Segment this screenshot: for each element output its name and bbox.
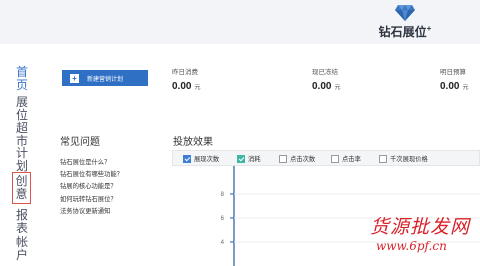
stat-label: 昨日消费: [172, 69, 198, 76]
watermark-text: 货源批发网: [370, 216, 471, 238]
stat-tomorrow-budget: 明日预算 0.00 元: [440, 66, 468, 92]
checkbox-icon[interactable]: [331, 154, 339, 163]
create-plan-button[interactable]: + 新建营销计划: [62, 70, 148, 86]
sidebar-item-report[interactable]: 报表: [15, 209, 29, 235]
faq-link[interactable]: 法务协议更新通知: [60, 206, 160, 215]
y-tick-label: 4: [221, 240, 225, 246]
watermark: 货源批发网 www.6pf.cn: [370, 212, 480, 253]
faq-title: 常见问题: [60, 137, 100, 148]
faq-link[interactable]: 钻石展位有哪些功能？: [60, 169, 160, 178]
faq-link[interactable]: 钻展的核心功能是？: [60, 181, 160, 190]
metric-label: 点击次数: [290, 156, 316, 163]
metric-cost[interactable]: 消耗: [237, 154, 261, 163]
effect-title: 投放效果: [173, 137, 213, 148]
metric-clicks[interactable]: 点击次数: [279, 154, 315, 163]
diamond-icon: [395, 5, 415, 21]
sidebar-item-creative[interactable]: 创意: [12, 172, 31, 204]
metric-label: 点击率: [342, 156, 361, 163]
brand: 钻石展位+: [360, 4, 450, 40]
stat-value: 0.00 元: [312, 81, 341, 92]
metric-impressions[interactable]: 展现次数: [183, 154, 219, 163]
metric-label: 展现次数: [194, 156, 220, 163]
stat-yesterday-spend: 昨日消费 0.00 元: [172, 66, 200, 92]
stat-value: 0.00 元: [172, 81, 201, 92]
metric-selector: 展现次数 消耗 点击次数 点击率 千次展现价格: [172, 150, 480, 166]
metric-label: 消耗: [248, 156, 261, 163]
create-plan-label: 新建营销计划: [87, 76, 124, 83]
checkbox-icon[interactable]: [237, 154, 245, 163]
sidebar: 首页 展位超市 计划 创意 报表 帐户: [0, 44, 40, 266]
sidebar-item-plan[interactable]: 计划: [15, 147, 29, 173]
checkbox-icon[interactable]: [183, 154, 191, 163]
plus-icon: +: [70, 73, 79, 83]
stat-value: 0.00 元: [440, 81, 469, 92]
stat-label: 明日预算: [440, 69, 466, 76]
sidebar-item-account[interactable]: 帐户: [15, 236, 29, 262]
faq-link[interactable]: 钻石展位是什么？: [60, 157, 160, 166]
faq-section: 常见问题 钻石展位是什么？ 钻石展位有哪些功能？ 钻展的核心功能是？ 如何玩转钻…: [60, 133, 160, 218]
faq-link[interactable]: 如何玩转钻石展位？: [60, 194, 160, 203]
metric-cpm[interactable]: 千次展现价格: [379, 154, 428, 163]
sidebar-item-market[interactable]: 展位超市: [15, 96, 29, 148]
effect-section: 投放效果: [173, 133, 480, 148]
stat-frozen: 现已冻结 0.00 元: [312, 66, 340, 92]
sidebar-item-home[interactable]: 首页: [15, 66, 29, 92]
top-header: 钻石展位+: [0, 0, 480, 44]
checkbox-icon[interactable]: [279, 154, 287, 163]
stat-label: 现已冻结: [312, 69, 338, 76]
y-tick-label: 8: [221, 192, 225, 198]
metric-ctr[interactable]: 点击率: [331, 154, 361, 163]
checkbox-icon[interactable]: [379, 154, 387, 163]
metric-label: 千次展现价格: [390, 156, 428, 163]
brand-title: 钻石展位+: [378, 24, 432, 39]
y-tick-label: 6: [221, 216, 225, 222]
watermark-url: www.6pf.cn: [376, 239, 447, 253]
